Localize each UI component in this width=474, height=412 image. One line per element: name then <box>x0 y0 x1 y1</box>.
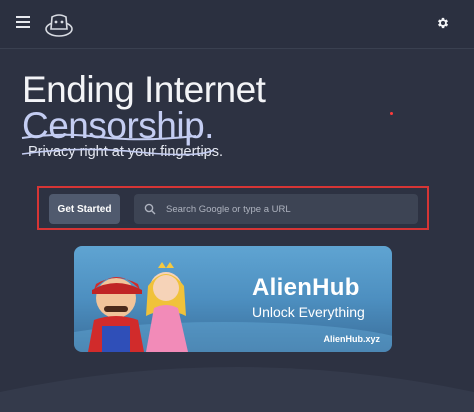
banner-title: AlienHub <box>252 274 360 301</box>
red-dot <box>390 112 393 115</box>
alienhub-banner[interactable]: AlienHub Unlock Everything AlienHub.xyz <box>74 246 392 352</box>
banner-url: AlienHub.xyz <box>323 334 380 344</box>
banner-subtitle: Unlock Everything <box>252 304 365 320</box>
top-bar <box>0 0 474 49</box>
search-bar[interactable] <box>134 194 418 224</box>
get-started-button[interactable]: Get Started <box>49 194 120 224</box>
bottom-wave <box>0 367 474 412</box>
gear-icon[interactable] <box>436 16 450 30</box>
search-input[interactable] <box>166 194 406 224</box>
hero-title-line1: Ending Internet <box>22 69 266 110</box>
hamburger-menu-icon[interactable] <box>16 16 30 28</box>
subtitle-strike-scribble <box>21 148 215 156</box>
alien-hat-logo-icon[interactable] <box>44 9 74 39</box>
page: Ending Internet Censorship. Privacy righ… <box>0 0 474 412</box>
search-icon <box>144 203 156 215</box>
